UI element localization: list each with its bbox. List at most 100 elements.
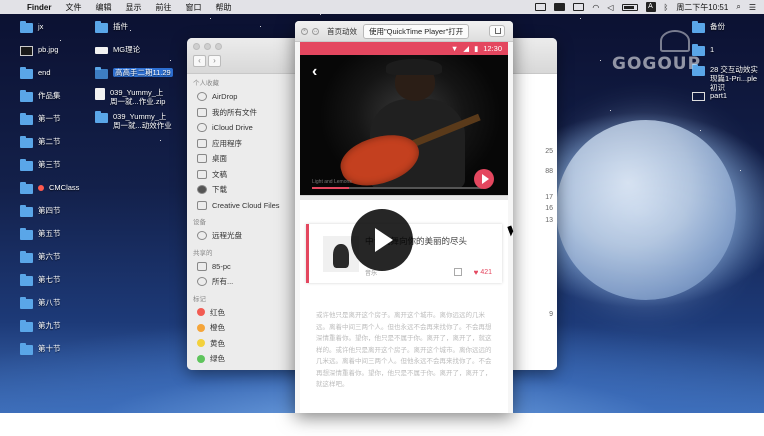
fullscreen-icon[interactable]: ↔ <box>312 27 319 35</box>
desktop-icon-portfolio[interactable]: 作品集 <box>20 90 61 102</box>
folder-icon <box>95 111 108 123</box>
desktop-icon-section-5[interactable]: 第五节 <box>20 228 61 240</box>
star <box>210 18 211 19</box>
menu-file[interactable]: 文件 <box>58 2 88 13</box>
sidebar-item-airdrop[interactable]: AirDrop <box>187 89 295 105</box>
sidebar-tag-red[interactable]: 红色 <box>187 305 295 321</box>
sidebar-item-all-files[interactable]: 我的所有文件 <box>187 105 295 121</box>
sidebar-item-documents[interactable]: 文稿 <box>187 167 295 183</box>
desktop-icon-course-folder[interactable]: 高高手二期11.29 <box>95 67 173 79</box>
desktop-icon-end[interactable]: end <box>20 67 51 79</box>
menu-go[interactable]: 前往 <box>148 2 178 13</box>
notification-center-icon[interactable]: ☰ <box>749 3 756 12</box>
sidebar-item-label: Creative Cloud Files <box>212 200 280 210</box>
desktop-icon-label: 备份 <box>710 22 725 31</box>
desktop-icon-label: 插件 <box>113 22 128 31</box>
back-button[interactable]: ‹ <box>193 55 206 67</box>
sidebar-item-all-shared[interactable]: 所有... <box>187 274 295 290</box>
battery-icon[interactable] <box>621 3 638 11</box>
desktop-icon-lesson-28[interactable]: 28 交互动效实现篇1-Pri...ple初识 <box>692 64 762 92</box>
lyrics-text: 或许他只是离开这个房子。离开这个城市。离你远远的几米远。离着中间三两个人。但也永… <box>316 312 492 388</box>
applications-icon <box>197 138 207 148</box>
sidebar-item-remote-disc[interactable]: 远程光盘 <box>187 228 295 244</box>
menu-view[interactable]: 显示 <box>118 2 148 13</box>
desktop-icon-label: pb.jpg <box>38 45 59 54</box>
desktop-icon <box>197 154 207 164</box>
share-icon[interactable] <box>489 25 505 37</box>
desktop-icon-section-8[interactable]: 第八节 <box>20 297 61 309</box>
display-icon[interactable] <box>535 3 547 11</box>
desktop-icon-homework-folder[interactable]: 039_Yummy_上周一就...动效作业 <box>95 111 175 130</box>
desktop-icon-section-1[interactable]: 第一节 <box>20 113 61 125</box>
menu-edit[interactable]: 编辑 <box>88 2 118 13</box>
quicklook-preview-window[interactable]: × ↔ 首页动效 使用"QuickTime Player"打开 ▼ ◢ ▮ 12… <box>295 21 513 413</box>
open-with-quicktime-button[interactable]: 使用"QuickTime Player"打开 <box>363 23 470 39</box>
desktop-icon-section-7[interactable]: 第七节 <box>20 274 61 286</box>
menu-help[interactable]: 帮助 <box>208 2 238 13</box>
desktop-icon-section-2[interactable]: 第二节 <box>20 136 61 148</box>
creative-cloud-icon <box>197 200 207 210</box>
close-button[interactable] <box>193 43 200 50</box>
edit-icon[interactable] <box>454 268 462 276</box>
spotlight-icon[interactable]: ⌕ <box>736 2 740 12</box>
sidebar-item-creative-cloud[interactable]: Creative Cloud Files <box>187 198 295 214</box>
play-button-icon[interactable] <box>474 169 494 189</box>
forward-button[interactable]: › <box>208 55 221 67</box>
airplay-icon[interactable] <box>573 3 585 11</box>
desktop-icon-section-4[interactable]: 第四节 <box>20 205 61 217</box>
desktop-icon-mg-theory[interactable]: MG理论 <box>95 45 140 54</box>
recording-tray-icon[interactable] <box>554 3 566 11</box>
sidebar-tag-yellow[interactable]: 黄色 <box>187 336 295 352</box>
zoom-button[interactable] <box>215 43 222 50</box>
folder-icon <box>20 297 33 309</box>
desktop-icon-label: 039_Yummy_上周一就...作业.zip <box>110 88 166 106</box>
sidebar-item-85-pc[interactable]: 85-pc <box>187 259 295 275</box>
sidebar-tag-green[interactable]: 绿色 <box>187 351 295 367</box>
sidebar-tag-orange[interactable]: 橙色 <box>187 320 295 336</box>
desktop-icon-label: 第五节 <box>38 229 61 238</box>
desktop-icon-section-6[interactable]: 第六节 <box>20 251 61 263</box>
volume-icon[interactable]: ◁ <box>607 3 613 12</box>
minimize-button[interactable] <box>204 43 211 50</box>
back-arrow-icon[interactable]: ‹ <box>312 63 317 81</box>
sidebar-section-devices: 设备 <box>193 219 206 226</box>
video-play-overlay-icon[interactable] <box>351 209 413 271</box>
desktop-icon-jx[interactable]: jx <box>20 21 43 33</box>
desktop-icon-part1[interactable]: part1 <box>692 91 727 101</box>
desktop-icon-label: 28 交互动效实现篇1-Pri...ple初识 <box>710 65 758 92</box>
star <box>260 26 261 27</box>
close-icon[interactable]: × <box>301 27 308 35</box>
desktop-icon-pb-jpg[interactable]: pb.jpg <box>20 45 58 56</box>
watermark-logo-icon <box>660 30 690 52</box>
desktop-icon-section-9[interactable]: 第九节 <box>20 320 61 332</box>
folder-icon <box>20 228 33 240</box>
sidebar-item-icloud[interactable]: iCloud Drive <box>187 120 295 136</box>
desktop-icon-label: MG理论 <box>113 45 141 54</box>
menu-app-finder[interactable]: Finder <box>20 3 58 12</box>
sidebar-item-desktop[interactable]: 桌面 <box>187 151 295 167</box>
video-progress-bar[interactable] <box>312 187 482 189</box>
sidebar-item-applications[interactable]: 应用程序 <box>187 136 295 152</box>
desktop-icon-cmclass[interactable]: CMClass <box>20 182 79 194</box>
like-button[interactable]: ♥ 421 <box>474 268 492 277</box>
sidebar-item-label: AirDrop <box>212 92 238 102</box>
disc-icon <box>197 231 207 241</box>
clock[interactable]: 周二下午10:51 <box>676 2 728 13</box>
desktop-icon-section-10[interactable]: 第十节 <box>20 343 61 355</box>
video-player[interactable]: ‹ Light and Lemons <box>300 55 508 195</box>
image-file-icon <box>20 46 33 56</box>
red-tag-icon <box>197 308 205 317</box>
green-tag-icon <box>197 354 205 363</box>
sidebar-item-downloads[interactable]: 下载 <box>187 182 295 198</box>
wifi-icon[interactable]: ◠ <box>592 3 599 12</box>
computer-icon <box>197 261 207 271</box>
orange-tag-icon <box>197 323 205 332</box>
input-method-icon[interactable]: A <box>645 2 656 12</box>
bluetooth-icon[interactable]: ᛒ <box>664 3 669 12</box>
desktop-icon-plugins[interactable]: 插件 <box>95 21 128 33</box>
desktop-icon-section-3[interactable]: 第三节 <box>20 159 61 171</box>
menu-window[interactable]: 窗口 <box>178 2 208 13</box>
sidebar-item-label: 桌面 <box>212 154 227 164</box>
desktop-icon-backup[interactable]: 备份 <box>692 21 725 33</box>
desktop-icon-homework-zip[interactable]: 039_Yummy_上周一就...作业.zip <box>95 88 175 106</box>
